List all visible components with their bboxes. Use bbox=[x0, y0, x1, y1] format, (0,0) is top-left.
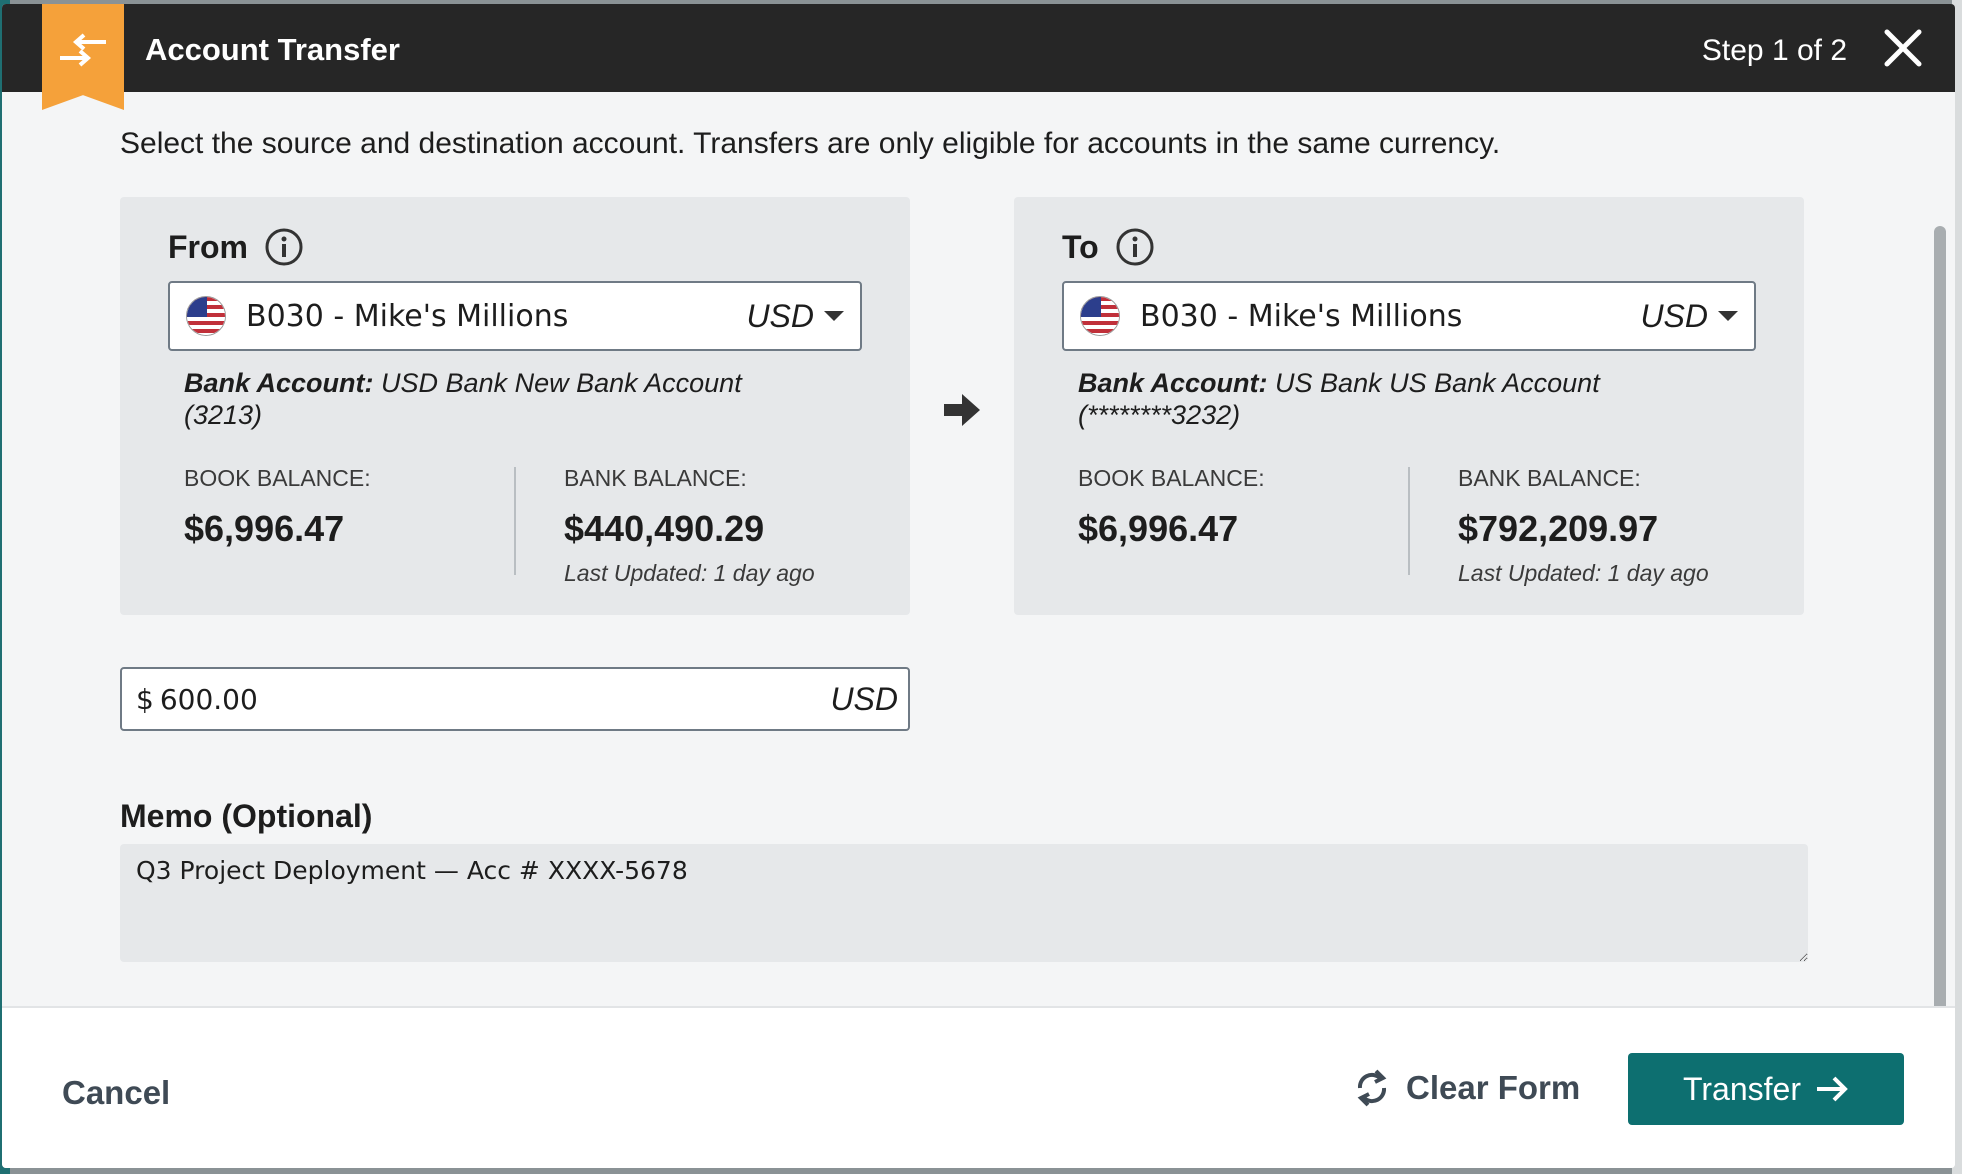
memo-label: Memo (Optional) bbox=[120, 798, 373, 834]
clear-form-button[interactable]: Clear Form bbox=[1352, 1066, 1580, 1110]
from-book-balance-label: BOOK BALANCE: bbox=[184, 465, 371, 491]
to-label: To bbox=[1062, 228, 1099, 265]
from-bank-account: Bank Account: USD Bank New Bank Account … bbox=[184, 367, 804, 431]
us-flag-icon bbox=[186, 296, 226, 336]
transfer-label: Transfer bbox=[1683, 1070, 1801, 1107]
to-book-balance-value: $6,996.47 bbox=[1078, 508, 1239, 549]
from-bank-balance-value: $440,490.29 bbox=[564, 508, 765, 549]
amount-input[interactable] bbox=[159, 682, 831, 716]
balance-divider bbox=[1408, 467, 1410, 575]
chevron-down-icon bbox=[824, 311, 844, 321]
clear-form-label: Clear Form bbox=[1406, 1069, 1581, 1106]
to-bank-account: Bank Account: US Bank US Bank Account (*… bbox=[1078, 367, 1698, 431]
from-label-row: From bbox=[168, 227, 304, 267]
refresh-icon bbox=[1357, 1069, 1387, 1107]
from-book-balance-value: $6,996.47 bbox=[184, 508, 345, 549]
scrollbar-thumb[interactable] bbox=[1934, 226, 1946, 1092]
amount-field[interactable]: $ USD bbox=[120, 667, 910, 731]
cancel-button[interactable]: Cancel bbox=[62, 1074, 170, 1112]
to-bank-balance-label: BANK BALANCE: bbox=[1458, 465, 1641, 491]
from-bank-balance-label: BANK BALANCE: bbox=[564, 465, 747, 491]
to-bank-balance: BANK BALANCE: $792,209.97 Last Updated: … bbox=[1458, 465, 1709, 587]
from-bank-balance: BANK BALANCE: $440,490.29 Last Updated: … bbox=[564, 465, 815, 587]
modal-header: Account Transfer Step 1 of 2 bbox=[2, 4, 1955, 110]
us-flag-icon bbox=[1080, 296, 1120, 336]
modal-footer: Cancel Clear Form Transfer bbox=[2, 1006, 1955, 1168]
from-last-updated: Last Updated: 1 day ago bbox=[564, 560, 815, 586]
memo-textarea[interactable]: Q3 Project Deployment — Acc # XXXX-5678 bbox=[120, 844, 1808, 962]
modal-title: Account Transfer bbox=[145, 32, 400, 67]
balance-divider bbox=[514, 467, 516, 575]
to-book-balance-label: BOOK BALANCE: bbox=[1078, 465, 1265, 491]
amount-currency-symbol: $ bbox=[136, 682, 154, 716]
from-account-name: B030 - Mike's Millions bbox=[246, 298, 569, 334]
from-account-select[interactable]: B030 - Mike's Millions USD bbox=[168, 281, 862, 351]
to-account-select[interactable]: B030 - Mike's Millions USD bbox=[1062, 281, 1756, 351]
account-transfer-modal: Account Transfer Step 1 of 2 Select the … bbox=[2, 4, 1955, 1168]
to-account-currency: USD bbox=[1640, 297, 1708, 334]
to-bank-account-label: Bank Account: bbox=[1078, 368, 1268, 398]
from-book-balance: BOOK BALANCE: $6,996.47 bbox=[184, 465, 371, 550]
modal-body: Select the source and destination accoun… bbox=[2, 92, 1955, 1092]
from-bank-account-label: Bank Account: bbox=[184, 368, 374, 398]
intro-text: Select the source and destination accoun… bbox=[120, 127, 1501, 160]
amount-currency: USD bbox=[830, 680, 898, 717]
from-account-currency: USD bbox=[746, 297, 814, 334]
to-account-card: To B030 - Mike's Millions USD Bank Accou… bbox=[1014, 197, 1804, 615]
to-book-balance: BOOK BALANCE: $6,996.47 bbox=[1078, 465, 1265, 550]
to-account-name: B030 - Mike's Millions bbox=[1140, 298, 1463, 334]
transfer-button[interactable]: Transfer bbox=[1628, 1053, 1904, 1125]
close-button[interactable] bbox=[1881, 26, 1925, 70]
to-label-row: To bbox=[1062, 227, 1155, 267]
from-account-card: From B030 - Mike's Millions USD Bank Acc… bbox=[120, 197, 910, 615]
from-label: From bbox=[168, 228, 248, 265]
info-icon[interactable] bbox=[264, 227, 304, 267]
info-icon[interactable] bbox=[1115, 227, 1155, 267]
step-indicator: Step 1 of 2 bbox=[1701, 34, 1847, 67]
arrow-right-icon bbox=[944, 394, 980, 426]
to-last-updated: Last Updated: 1 day ago bbox=[1458, 560, 1709, 586]
close-icon bbox=[1884, 29, 1922, 67]
to-bank-balance-value: $792,209.97 bbox=[1458, 508, 1659, 549]
arrow-right-icon bbox=[1816, 1076, 1848, 1102]
chevron-down-icon bbox=[1718, 311, 1738, 321]
transfer-arrows-icon bbox=[60, 33, 106, 67]
